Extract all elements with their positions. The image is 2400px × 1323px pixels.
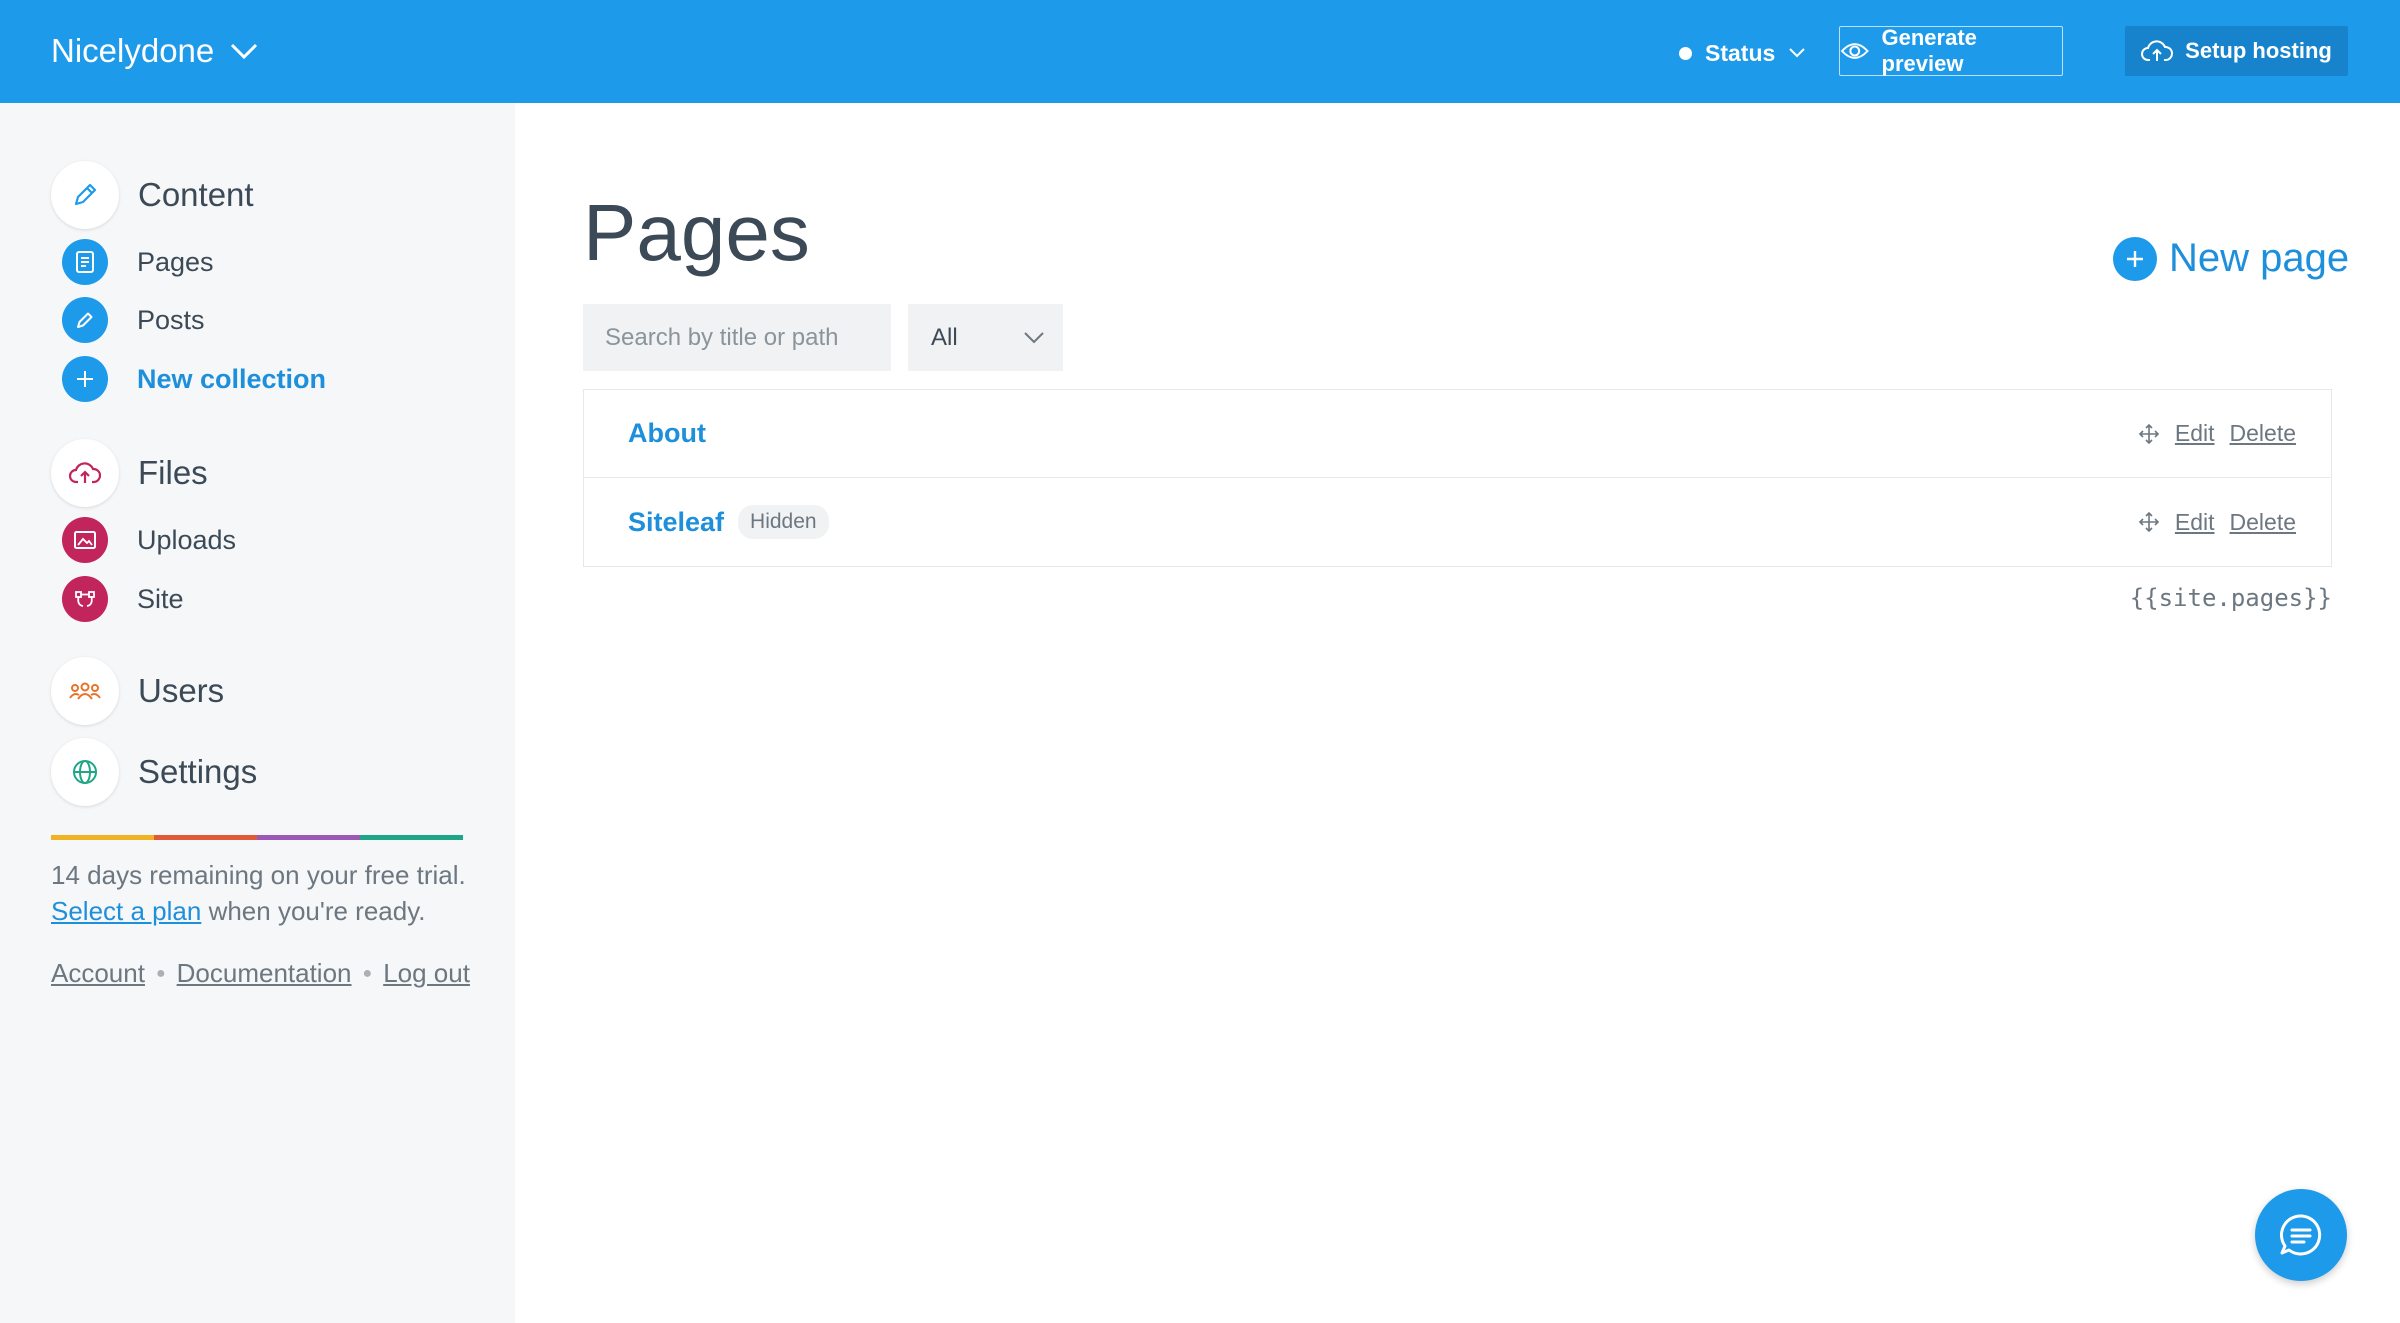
image-icon xyxy=(74,531,96,549)
sidebar-item-label: New collection xyxy=(137,363,327,394)
list-item[interactable]: Siteleaf Hidden Edit Delete xyxy=(584,477,2331,566)
trial-text: 14 days remaining on your free trial. xyxy=(51,860,466,890)
sidebar-section-users[interactable]: Users xyxy=(51,657,224,725)
new-page-button[interactable]: New page xyxy=(2113,236,2349,281)
new-page-label: New page xyxy=(2169,236,2350,280)
list-item[interactable]: About Edit Delete xyxy=(584,390,2331,477)
sidebar-section-label: Settings xyxy=(138,753,258,790)
sidebar-item-posts[interactable]: Posts xyxy=(62,297,205,343)
generate-preview-label: Generate preview xyxy=(1881,25,1977,76)
chevron-down-icon xyxy=(1789,48,1806,58)
sidebar: Content Pages Posts New collection Files… xyxy=(0,103,515,1323)
liquid-variable-hint: {{site.pages}} xyxy=(2129,584,2332,612)
separator-dot: ● xyxy=(362,964,373,982)
hidden-badge: Hidden xyxy=(738,505,829,539)
trial-suffix: when you're ready. xyxy=(208,896,426,926)
status-label: Status xyxy=(1705,39,1776,66)
sidebar-item-new-collection[interactable]: New collection xyxy=(62,356,326,402)
chat-launcher-button[interactable] xyxy=(2255,1189,2347,1281)
site-name: Nicelydone xyxy=(51,32,215,69)
pages-list: About Edit Delete Siteleaf Hidden Edit D… xyxy=(583,389,2332,567)
status-dropdown[interactable]: Status xyxy=(1679,34,1806,72)
search-input[interactable] xyxy=(583,304,891,371)
page-title-link[interactable]: About xyxy=(628,418,706,449)
sidebar-item-label: Site xyxy=(137,583,184,614)
move-icon[interactable] xyxy=(2138,511,2160,533)
sidebar-section-label: Users xyxy=(138,672,225,709)
sidebar-section-label: Content xyxy=(138,176,254,213)
logout-link[interactable]: Log out xyxy=(383,958,470,989)
sidebar-section-content[interactable]: Content xyxy=(51,161,254,229)
edit-link[interactable]: Edit xyxy=(2175,509,2215,536)
documentation-link[interactable]: Documentation xyxy=(177,958,352,989)
trial-notice: 14 days remaining on your free trial. Se… xyxy=(51,857,466,929)
delete-link[interactable]: Delete xyxy=(2230,509,2296,536)
top-bar: Nicelydone Status Generate preview Setup… xyxy=(0,0,2400,103)
sidebar-section-files[interactable]: Files xyxy=(51,439,208,507)
trial-progress-divider xyxy=(51,835,463,840)
eye-icon xyxy=(1840,43,1869,59)
plus-icon xyxy=(77,371,93,387)
account-link[interactable]: Account xyxy=(51,958,145,989)
row-actions: Edit Delete xyxy=(2138,509,2296,536)
filter-select[interactable]: All xyxy=(908,304,1063,371)
sidebar-item-uploads[interactable]: Uploads xyxy=(62,517,236,563)
setup-hosting-button[interactable]: Setup hosting xyxy=(2125,26,2348,76)
sidebar-item-label: Uploads xyxy=(137,524,237,555)
globe-icon xyxy=(73,760,97,784)
sidebar-section-settings[interactable]: Settings xyxy=(51,738,257,806)
users-icon xyxy=(69,682,101,700)
page-title: Pages xyxy=(583,188,810,277)
cloud-upload-icon xyxy=(2141,40,2174,61)
sidebar-item-label: Pages xyxy=(137,246,214,277)
sidebar-section-label: Files xyxy=(138,454,208,491)
select-plan-link[interactable]: Select a plan xyxy=(51,896,201,926)
cloud-upload-icon xyxy=(69,462,101,484)
sidebar-item-pages[interactable]: Pages xyxy=(62,239,214,285)
row-actions: Edit Delete xyxy=(2138,420,2296,447)
document-icon xyxy=(76,251,94,273)
move-icon[interactable] xyxy=(2138,423,2160,445)
delete-link[interactable]: Delete xyxy=(2230,420,2296,447)
setup-hosting-label: Setup hosting xyxy=(2185,38,2332,63)
chevron-down-icon xyxy=(1024,331,1044,343)
edit-link[interactable]: Edit xyxy=(2175,420,2215,447)
status-dot-icon xyxy=(1679,46,1692,60)
bezier-icon xyxy=(75,591,95,607)
sidebar-footer-links: Account ● Documentation ● Log out xyxy=(51,958,470,989)
chevron-down-icon xyxy=(231,43,258,60)
site-switcher[interactable]: Nicelydone xyxy=(51,28,258,74)
filter-value: All xyxy=(931,323,958,351)
generate-preview-button[interactable]: Generate preview xyxy=(1839,25,2063,76)
pencil-icon xyxy=(74,183,97,206)
page-title-link[interactable]: Siteleaf xyxy=(628,507,724,538)
sidebar-item-site[interactable]: Site xyxy=(62,576,184,622)
separator-dot: ● xyxy=(155,964,166,982)
sidebar-item-label: Posts xyxy=(137,304,205,335)
plus-icon xyxy=(2113,236,2157,281)
chat-bubble-icon xyxy=(2280,1214,2322,1256)
pencil-icon xyxy=(77,312,93,328)
